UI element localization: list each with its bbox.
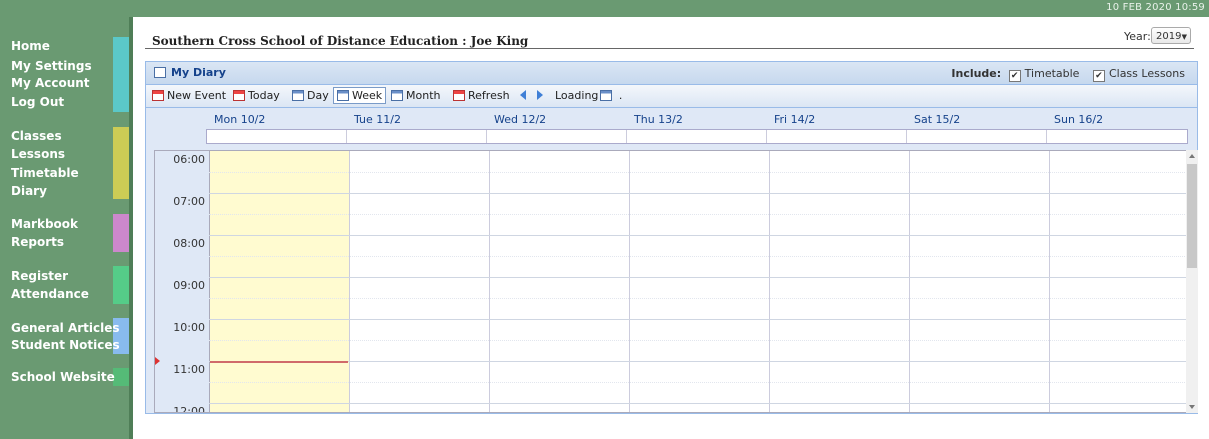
time-label: 07:00 [173,195,205,208]
include-filters: Include: ✔ Timetable ✔ Class Lessons [951,67,1185,82]
day-header-mon: Mon 10/2 [214,113,266,126]
title-divider [145,48,1194,49]
current-time-marker-icon [155,357,160,365]
current-time-line [210,361,348,363]
new-event-button[interactable]: New Event [152,88,226,103]
today-button[interactable]: Today [233,88,280,103]
diary-header: My Diary Include: ✔ Timetable ✔ Class Less… [146,62,1197,85]
year-value: 2019 [1156,31,1182,42]
week-icon [337,90,349,101]
sidebar-item-markbook[interactable]: Markbook [11,217,78,231]
time-label: 08:00 [173,237,205,250]
sidebar-item-register[interactable]: Register [11,269,68,283]
month-label: Month [406,89,441,102]
top-bar: 10 FEB 2020 10:59 [0,0,1209,17]
time-label: 11:00 [173,363,205,376]
date-picker-icon[interactable] [600,90,613,101]
today-icon [233,90,245,101]
day-header-tue: Tue 11/2 [354,113,401,126]
current-datetime: 10 FEB 2020 10:59 [1106,2,1205,13]
day-icon [292,90,304,101]
loading-indicator: Loading . [555,89,623,102]
week-view-button[interactable]: Week [333,87,387,104]
diary-title: My Diary [171,66,226,79]
day-header-sun: Sun 16/2 [1054,113,1104,126]
scroll-up-icon[interactable] [1189,154,1195,158]
week-label: Week [352,89,383,102]
diary-panel: My Diary Include: ✔ Timetable ✔ Class Less… [145,61,1198,414]
timetable-checkbox[interactable]: ✔ [1008,70,1021,82]
sidebar-item-student-notices[interactable]: Student Notices [11,338,120,352]
day-column-tue[interactable] [350,151,490,412]
year-label: Year: [1124,30,1151,43]
day-view-button[interactable]: Day [292,88,329,103]
sidebar-item-timetable[interactable]: Timetable [11,166,79,180]
day-header-thu: Thu 13/2 [634,113,683,126]
group-color-bar [113,127,129,199]
group-color-bar [113,37,129,112]
chevron-down-icon: ▼ [1181,33,1187,41]
day-column-mon[interactable] [210,151,350,412]
time-label: 12:00 [173,405,205,413]
day-label: Day [307,89,329,102]
page-title: Southern Cross School of Distance Educat… [152,34,529,48]
day-column-thu[interactable] [630,151,770,412]
time-label: 09:00 [173,279,205,292]
refresh-button[interactable]: Refresh [453,88,510,103]
day-column-wed[interactable] [490,151,630,412]
class-lessons-checkbox[interactable]: ✔ [1092,70,1105,82]
today-label: Today [248,89,280,102]
time-label: 10:00 [173,321,205,334]
day-column-fri[interactable] [770,151,910,412]
timetable-checkbox-label: Timetable [1024,67,1080,80]
sidebar-item-general-articles[interactable]: General Articles [11,321,120,335]
day-column-sat[interactable] [910,151,1050,412]
vertical-scrollbar[interactable] [1186,150,1198,413]
sidebar-item-classes[interactable]: Classes [11,129,62,143]
sidebar-item-my-account[interactable]: My Account [11,76,90,90]
diary-toolbar: New Event Today Day Week Month Refresh L… [146,85,1197,108]
sidebar-item-attendance[interactable]: Attendance [11,287,89,301]
day-header-fri: Fri 14/2 [774,113,816,126]
sidebar-item-diary[interactable]: Diary [11,184,47,198]
sidebar-item-log-out[interactable]: Log Out [11,95,64,109]
new-event-icon [152,90,164,101]
refresh-label: Refresh [468,89,510,102]
day-header-sat: Sat 15/2 [914,113,961,126]
day-column-sun[interactable] [1050,151,1187,412]
sidebar-item-home[interactable]: Home [11,39,50,53]
sidebar-item-my-settings[interactable]: My Settings [11,59,92,73]
class-lessons-checkbox-label: Class Lessons [1108,67,1185,80]
all-day-row[interactable] [206,129,1188,144]
include-label: Include: [951,67,1002,80]
time-grid[interactable]: 06:00 07:00 08:00 09:00 10:00 11:00 12:0… [154,150,1188,413]
loading-label: Loading [555,89,599,102]
time-label: 06:00 [173,153,205,166]
month-view-button[interactable]: Month [391,88,440,103]
scroll-down-icon[interactable] [1189,405,1195,409]
group-color-bar [113,266,129,304]
refresh-icon [453,90,465,101]
day-header-wed: Wed 12/2 [494,113,547,126]
month-icon [391,90,403,101]
year-select[interactable]: 2019 ▼ [1151,27,1191,44]
new-event-label: New Event [167,89,227,102]
group-color-bar [113,368,129,386]
scroll-thumb[interactable] [1187,164,1197,268]
time-column: 06:00 07:00 08:00 09:00 10:00 11:00 12:0… [155,151,210,412]
group-color-bar [113,214,129,252]
sidebar-nav: Home My Settings My Account Log Out Clas… [0,17,133,439]
previous-arrow-icon[interactable] [520,90,526,100]
sidebar-item-lessons[interactable]: Lessons [11,147,65,161]
next-arrow-icon[interactable] [537,90,543,100]
sidebar-item-reports[interactable]: Reports [11,235,64,249]
calendar-icon [154,67,166,78]
sidebar-item-school-website[interactable]: School Website [11,370,115,384]
week-header: Mon 10/2 Tue 11/2 Wed 12/2 Thu 13/2 Fri … [146,108,1197,147]
